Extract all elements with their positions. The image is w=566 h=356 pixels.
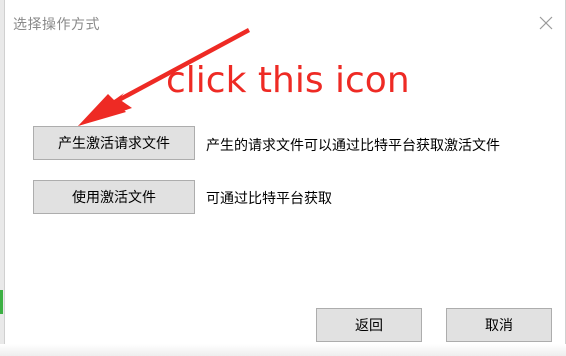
background-green-marker <box>0 290 3 314</box>
annotation-label: click this icon <box>166 60 410 101</box>
operation-dialog: 选择操作方式 产生激活请求文件 产生的请求文件可以通过比特平台获取激活文件 使用… <box>4 0 566 352</box>
dialog-bottom-edge <box>0 344 566 356</box>
cancel-button[interactable]: 取消 <box>446 308 552 342</box>
dialog-titlebar: 选择操作方式 <box>5 0 565 44</box>
close-button[interactable] <box>533 10 559 36</box>
use-activation-description: 可通过比特平台获取 <box>206 191 332 207</box>
back-button[interactable]: 返回 <box>316 308 422 342</box>
generate-request-file-button[interactable]: 产生激活请求文件 <box>33 126 195 160</box>
close-icon <box>539 16 553 30</box>
dialog-title: 选择操作方式 <box>13 17 100 33</box>
use-activation-file-button[interactable]: 使用激活文件 <box>33 180 195 214</box>
screen: 选择操作方式 产生激活请求文件 产生的请求文件可以通过比特平台获取激活文件 使用… <box>0 0 566 356</box>
generate-request-description: 产生的请求文件可以通过比特平台获取激活文件 <box>206 138 500 154</box>
